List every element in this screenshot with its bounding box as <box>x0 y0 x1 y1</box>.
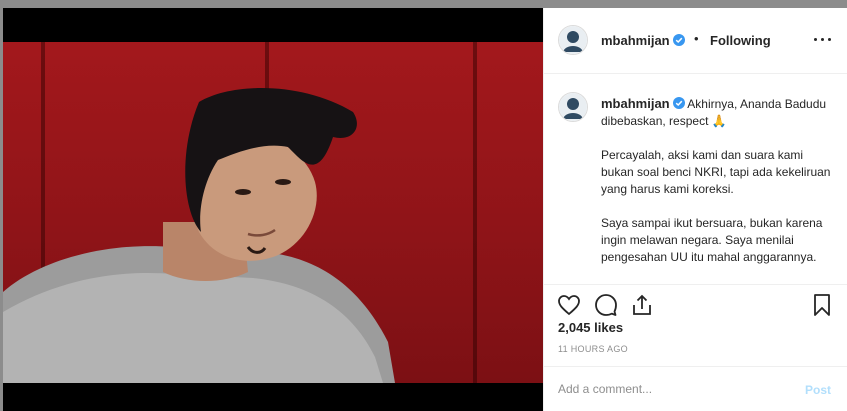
caption-text: mbahmijan Akhirnya, Ananda Badudu dibeba… <box>601 95 837 266</box>
caption-paragraph: Saya sampai ikut bersuara, bukan karena … <box>601 216 823 264</box>
comment-input[interactable] <box>558 380 788 398</box>
add-comment-bar: Post <box>544 366 847 411</box>
avatar-image <box>559 26 587 54</box>
verified-badge-icon <box>672 97 685 109</box>
post-media[interactable] <box>3 8 543 411</box>
separator-dot: • <box>694 31 699 46</box>
post-photo <box>3 42 543 383</box>
action-bar <box>544 284 847 318</box>
post-header: mbahmijan • Following <box>544 8 847 74</box>
caption-paragraph: Percayalah, aksi kami dan suara kami buk… <box>601 148 831 196</box>
avatar[interactable] <box>558 92 588 122</box>
likes-count[interactable]: 2,045 likes <box>558 320 623 335</box>
post-details-panel: mbahmijan • Following mbahmijan Akhirnya… <box>543 8 847 411</box>
person-photo <box>3 88 395 383</box>
share-icon[interactable] <box>630 293 654 317</box>
heart-icon[interactable] <box>557 293 581 317</box>
avatar[interactable] <box>558 25 588 55</box>
post-timestamp[interactable]: 11 HOURS AGO <box>558 344 628 354</box>
more-options-icon[interactable] <box>814 38 832 42</box>
caption-username-link[interactable]: mbahmijan <box>601 96 685 111</box>
window-frame-top <box>0 0 847 8</box>
avatar-image <box>559 93 587 121</box>
verified-badge-icon <box>672 34 685 46</box>
bookmark-icon[interactable] <box>810 293 834 317</box>
comment-bubble-icon[interactable] <box>594 293 618 317</box>
username-link[interactable]: mbahmijan <box>601 33 685 48</box>
post-comment-button[interactable]: Post <box>805 383 831 397</box>
following-button[interactable]: Following <box>710 33 771 48</box>
caption-section: mbahmijan Akhirnya, Ananda Badudu dibeba… <box>544 75 847 283</box>
